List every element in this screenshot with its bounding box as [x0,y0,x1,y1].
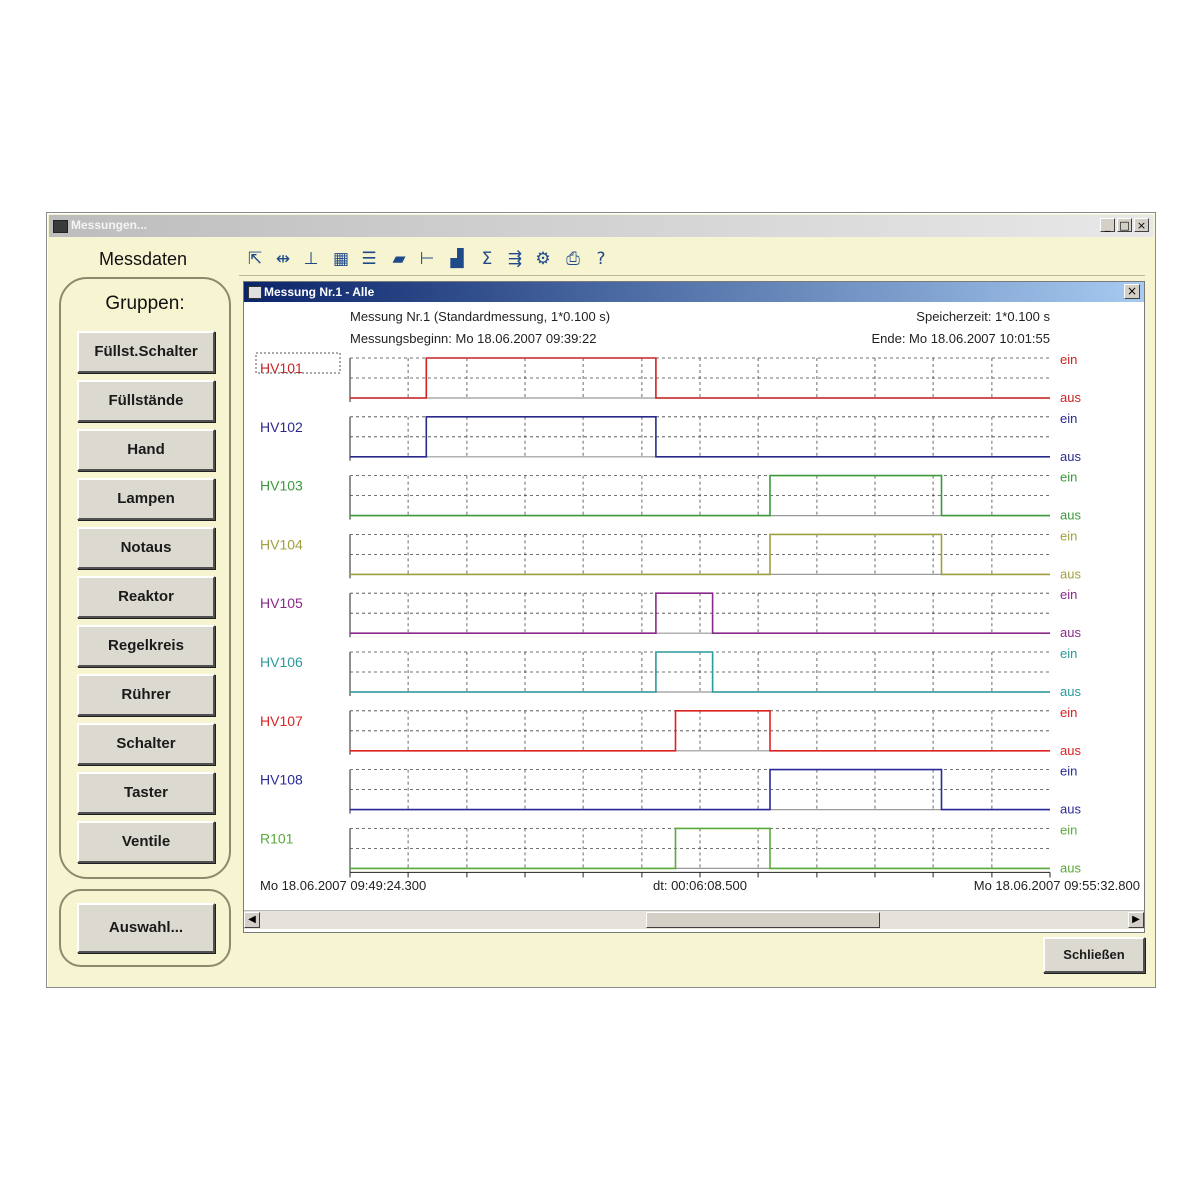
group-button-notaus[interactable]: Notaus [77,527,215,569]
selection-button[interactable]: Auswahl... [77,903,215,953]
storage-time: Speicherzeit: 1*0.100 s [916,309,1050,324]
group-button-reaktor[interactable]: Reaktor [77,576,215,618]
app-icon [53,220,68,233]
level-on-label: ein [1060,705,1077,720]
scroll-thumb[interactable] [646,912,880,928]
level-off-label: aus [1060,802,1081,817]
group-button-lampen[interactable]: Lampen [77,478,215,520]
level-off-label: aus [1060,449,1081,464]
close-icon[interactable]: × [1124,284,1140,299]
channel-label: R101 [260,830,294,846]
group-button-fuellst-schalter[interactable]: Füllst.Schalter [77,331,215,373]
channel-label: HV108 [260,772,303,788]
zoom-y-icon[interactable]: ⊥ [299,247,323,271]
group-button-fuellstaende[interactable]: Füllstände [77,380,215,422]
measurement-start: Messungsbeginn: Mo 18.06.2007 09:39:22 [350,331,596,346]
level-off-label: aus [1060,684,1081,699]
minimize-icon[interactable]: _ [1100,218,1115,232]
chart-window-icon [248,286,262,299]
measurement-info: Messung Nr.1 (Standardmessung, 1*0.100 s… [350,309,610,324]
channel-label: HV103 [260,478,303,494]
horizontal-scrollbar[interactable]: ◀ ▶ [244,910,1144,929]
selection-panel: Auswahl... [59,889,231,967]
level-on-label: ein [1060,352,1077,367]
toolbar-separator [239,275,1145,276]
group-button-regelkreis[interactable]: Regelkreis [77,625,215,667]
channel-label: HV102 [260,419,303,435]
channel-label: HV101 [260,360,303,376]
group-button-ventile[interactable]: Ventile [77,821,215,863]
help-icon[interactable]: ? [589,247,613,271]
maximize-icon[interactable]: □ [1117,218,1132,232]
list-icon[interactable]: ☰ [357,247,381,271]
axis-icon[interactable]: ⊢ [415,247,439,271]
panel-title: Messdaten [99,249,188,269]
zoom-all-icon[interactable]: ⇱ [243,247,267,271]
settings-icon[interactable]: ⚙ [531,247,555,271]
channel-label: HV104 [260,536,303,552]
measurements-window: Messungen... _ □ × Messdaten Gruppen: Fü… [46,212,1156,988]
zoom-time-icon[interactable]: ⇹ [271,247,295,271]
level-off-label: aus [1060,390,1081,405]
level-on-label: ein [1060,470,1077,485]
channel-label: HV105 [260,595,303,611]
bar-chart-icon[interactable]: ▟ [445,247,469,271]
close-button[interactable]: Schließen [1043,937,1145,973]
measurement-titlebar[interactable]: Messung Nr.1 - Alle × [244,282,1144,302]
level-off-label: aus [1060,508,1081,523]
print-icon[interactable]: ⎙ [561,247,585,271]
signal-chart: Messung Nr.1 (Standardmessung, 1*0.100 s… [255,309,1140,893]
group-button-taster[interactable]: Taster [77,772,215,814]
channel-label: HV106 [260,654,303,670]
export-icon[interactable]: ⇶ [503,247,527,271]
scroll-left-icon[interactable]: ◀ [244,912,260,928]
level-on-label: ein [1060,587,1077,602]
window-title: Messungen... [71,218,148,232]
time-delta-label: dt: 00:06:08.500 [653,878,747,893]
grid-icon[interactable]: ▦ [329,247,353,271]
level-on-label: ein [1060,411,1077,426]
window-titlebar[interactable]: Messungen... _ □ × [49,215,1153,237]
close-icon[interactable]: × [1134,218,1149,232]
channel-label: HV107 [260,713,303,729]
measurement-window: Messung Nr.1 - Alle × Messung Nr.1 (Stan… [243,281,1145,933]
measurement-end: Ende: Mo 18.06.2007 10:01:55 [871,331,1050,346]
group-button-schalter[interactable]: Schalter [77,723,215,765]
measurement-title: Messung Nr.1 - Alle [264,285,375,299]
level-off-label: aus [1060,860,1081,875]
scroll-right-icon[interactable]: ▶ [1128,912,1144,928]
sum-icon[interactable]: Σ [475,247,499,271]
level-off-label: aus [1060,743,1081,758]
groups-panel: Gruppen: Füllst.Schalter Füllstände Hand… [59,277,231,879]
level-off-label: aus [1060,625,1081,640]
folder-icon[interactable]: ▰ [387,247,411,271]
group-button-ruehrer[interactable]: Rührer [77,674,215,716]
level-on-label: ein [1060,646,1077,661]
level-on-label: ein [1060,822,1077,837]
group-button-hand[interactable]: Hand [77,429,215,471]
time-end-label: Mo 18.06.2007 09:55:32.800 [974,878,1140,893]
time-start-label: Mo 18.06.2007 09:49:24.300 [260,878,426,893]
level-off-label: aus [1060,566,1081,581]
level-on-label: ein [1060,764,1077,779]
groups-title: Gruppen: [105,293,185,314]
level-on-label: ein [1060,528,1077,543]
